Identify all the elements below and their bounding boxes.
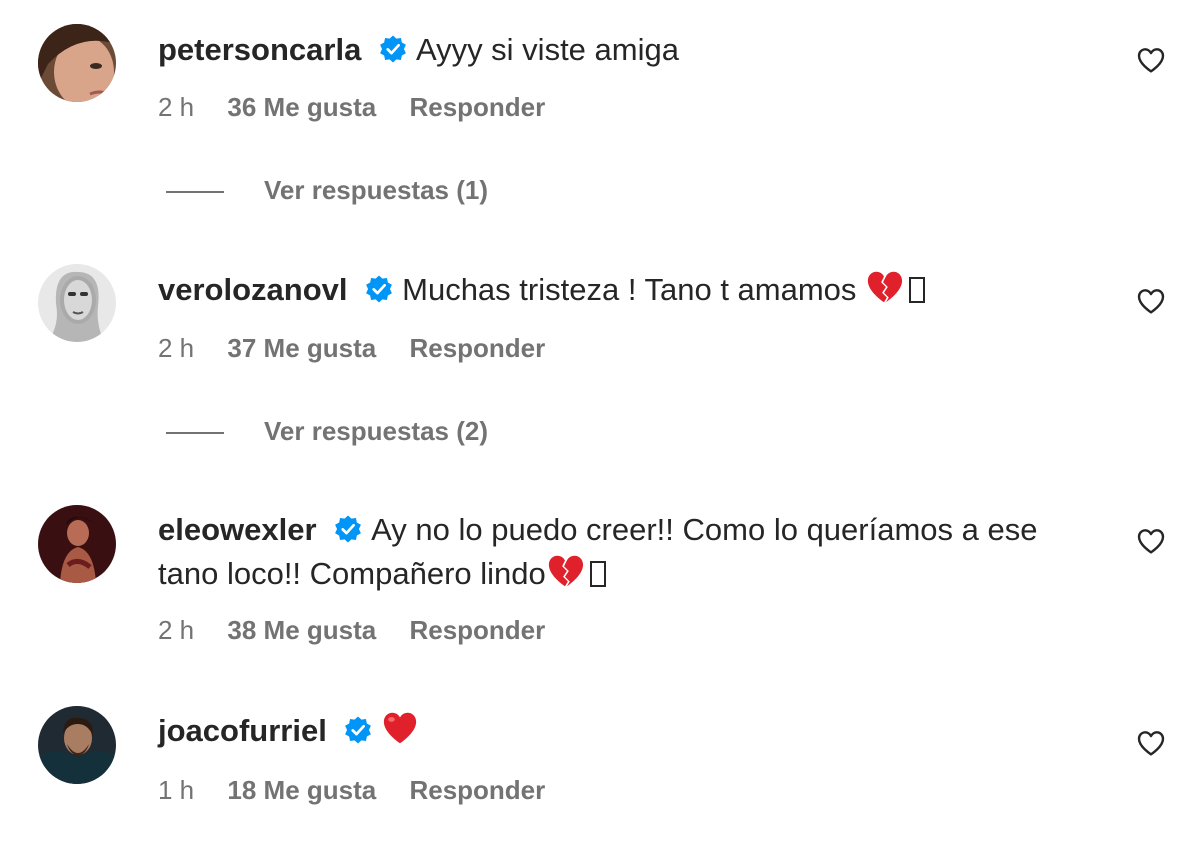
verified-badge-icon: [343, 715, 373, 745]
timestamp[interactable]: 1 h: [158, 775, 194, 805]
comment-line: joacofurriel: [158, 709, 1090, 753]
timestamp[interactable]: 2 h: [158, 333, 194, 363]
comment-meta: 2 h 37 Me gusta Responder: [158, 333, 571, 364]
reply-button[interactable]: Responder: [409, 615, 545, 645]
likes-count[interactable]: 36 Me gusta: [227, 92, 376, 122]
avatar[interactable]: [38, 24, 116, 102]
username[interactable]: eleowexler: [158, 512, 317, 547]
verified-badge-icon: [364, 274, 394, 304]
like-heart-icon[interactable]: [1135, 525, 1167, 557]
like-heart-icon[interactable]: [1135, 44, 1167, 76]
reply-button[interactable]: Responder: [409, 775, 545, 805]
likes-count[interactable]: 38 Me gusta: [227, 615, 376, 645]
comment-meta: 1 h 18 Me gusta Responder: [158, 775, 571, 806]
verified-badge-icon: [333, 514, 363, 544]
comment-meta: 2 h 38 Me gusta Responder: [158, 615, 571, 646]
likes-count[interactable]: 37 Me gusta: [227, 333, 376, 363]
like-heart-icon[interactable]: [1135, 285, 1167, 317]
avatar[interactable]: [38, 505, 116, 583]
likes-count[interactable]: 18 Me gusta: [227, 775, 376, 805]
avatar[interactable]: [38, 706, 116, 784]
broken-heart-icon: [546, 552, 584, 590]
comment-text: Muchas tristeza ! Tano t amamos: [402, 272, 866, 307]
comment-line: verolozanovl Muchas tristeza ! Tano t am…: [158, 268, 1090, 312]
unrendered-glyph: [589, 561, 606, 587]
unrendered-glyph: [909, 277, 926, 303]
comment-meta: 2 h 36 Me gusta Responder: [158, 92, 571, 123]
verified-badge-icon: [378, 34, 408, 64]
replies-divider: [166, 432, 224, 435]
comment-text: Ayyy si viste amiga: [415, 32, 679, 67]
view-replies-button[interactable]: Ver respuestas (2): [166, 416, 488, 447]
username[interactable]: joacofurriel: [158, 713, 327, 748]
view-replies-label: Ver respuestas (1): [264, 175, 489, 205]
red-heart-icon: [381, 709, 419, 747]
like-heart-icon[interactable]: [1135, 727, 1167, 759]
comment-line: petersoncarla Ayyy si viste amiga: [158, 28, 1090, 72]
username[interactable]: verolozanovl: [158, 272, 348, 307]
timestamp[interactable]: 2 h: [158, 92, 194, 122]
comment-line: eleowexler Ay no lo puedo creer!! Como l…: [158, 508, 1090, 596]
view-replies-label: Ver respuestas (2): [264, 416, 489, 446]
broken-heart-icon: [865, 268, 903, 306]
replies-divider: [166, 191, 224, 194]
view-replies-button[interactable]: Ver respuestas (1): [166, 175, 488, 206]
timestamp[interactable]: 2 h: [158, 615, 194, 645]
reply-button[interactable]: Responder: [409, 333, 545, 363]
reply-button[interactable]: Responder: [409, 92, 545, 122]
avatar[interactable]: [38, 264, 116, 342]
username[interactable]: petersoncarla: [158, 32, 361, 67]
